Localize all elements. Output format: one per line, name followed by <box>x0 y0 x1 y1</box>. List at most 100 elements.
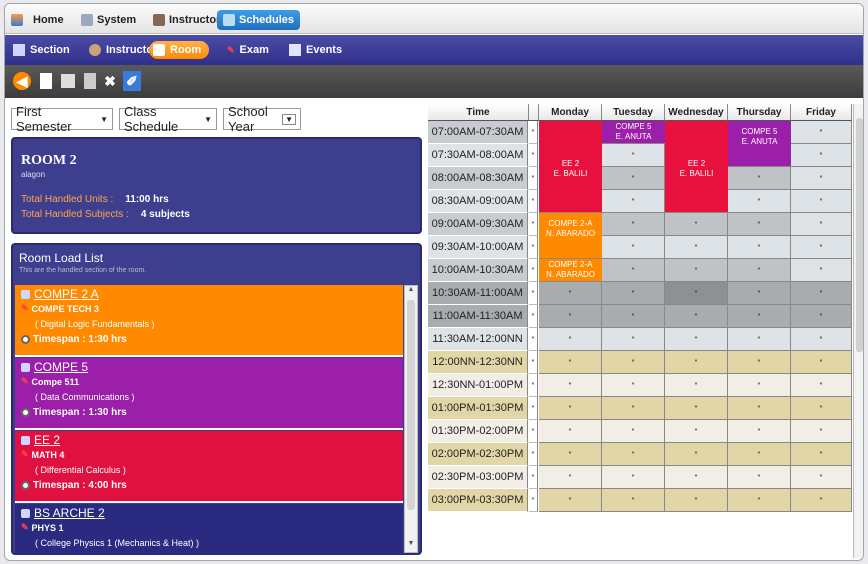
schedule-cell[interactable]: * <box>665 213 728 236</box>
schedule-cell[interactable]: * <box>602 466 665 489</box>
column-header-marker[interactable] <box>529 104 539 121</box>
schedule-cell[interactable]: * <box>602 397 665 420</box>
schedule-cell[interactable]: * <box>791 466 852 489</box>
scheduled-class-block[interactable]: COMPE 2-A N. ABARADO <box>539 213 602 259</box>
schedule-cell[interactable]: * <box>665 351 728 374</box>
schedule-cell[interactable]: * <box>602 282 665 305</box>
schedule-cell[interactable]: * <box>728 213 791 236</box>
schedule-cell[interactable]: * <box>665 305 728 328</box>
schedule-cell[interactable]: * <box>602 374 665 397</box>
load-list-scrollbar[interactable]: ▲ ▼ <box>404 285 418 553</box>
school-year-select[interactable]: School Year ▼ <box>223 104 301 134</box>
schedule-cell[interactable]: * <box>791 374 852 397</box>
delete-icon[interactable]: ✖ <box>101 71 119 91</box>
row-marker[interactable]: * <box>529 420 538 443</box>
load-list-item[interactable]: COMPE 5 ✎ Compe 511 ( Data Communications )… <box>15 358 403 430</box>
schedule-cell[interactable]: * <box>791 259 852 282</box>
schedule-cell[interactable]: * <box>665 397 728 420</box>
load-list-item[interactable]: BS ARCHE 2 ✎ PHYS 1 ( College Physics 1 (Me… <box>15 504 403 555</box>
schedule-cell[interactable]: * <box>728 420 791 443</box>
schedule-cell[interactable]: * <box>539 420 602 443</box>
menu-system[interactable]: System <box>81 11 136 29</box>
column-header-friday[interactable]: Friday <box>791 104 852 121</box>
save-icon[interactable] <box>59 71 77 91</box>
view-select[interactable]: Class Schedule ▼ <box>119 104 217 134</box>
schedule-cell[interactable]: * <box>665 443 728 466</box>
schedule-cell[interactable]: * <box>602 190 665 213</box>
row-marker[interactable]: * <box>529 397 538 420</box>
column-header-tuesday[interactable]: Tuesday <box>602 104 665 121</box>
row-marker[interactable]: * <box>529 236 538 259</box>
schedule-cell[interactable]: * <box>602 305 665 328</box>
schedule-cell[interactable]: * <box>602 489 665 512</box>
schedule-cell[interactable]: * <box>728 374 791 397</box>
schedule-cell[interactable]: * <box>791 305 852 328</box>
schedule-cell[interactable]: * <box>539 282 602 305</box>
load-list-item[interactable]: COMPE 2 A ✎ COMPE TECH 3 ( Digital Logic Fu… <box>15 285 403 357</box>
schedule-cell[interactable]: * <box>665 466 728 489</box>
column-header-wednesday[interactable]: Wednesday <box>665 104 728 121</box>
schedule-cell[interactable]: * <box>791 167 852 190</box>
row-marker[interactable]: * <box>529 328 538 351</box>
scroll-thumb[interactable] <box>407 300 415 510</box>
schedule-cell[interactable]: * <box>728 443 791 466</box>
scheduled-class-block[interactable]: COMPE 5 E. ANUTA <box>602 121 665 144</box>
submenu-room[interactable]: Room <box>149 41 210 59</box>
schedule-cell[interactable]: * <box>728 489 791 512</box>
schedule-cell[interactable]: * <box>665 328 728 351</box>
schedule-cell[interactable]: * <box>791 282 852 305</box>
schedule-cell[interactable]: * <box>791 420 852 443</box>
menu-schedules[interactable]: Schedules <box>217 10 301 30</box>
row-marker[interactable]: * <box>529 374 538 397</box>
scheduled-class-block[interactable]: COMPE 5 E. ANUTA <box>728 121 791 167</box>
column-header-time[interactable]: Time <box>428 104 529 121</box>
schedule-cell[interactable]: * <box>539 374 602 397</box>
schedule-cell[interactable]: * <box>539 397 602 420</box>
schedule-cell[interactable]: * <box>728 190 791 213</box>
row-marker[interactable]: * <box>529 190 538 213</box>
schedule-cell[interactable]: * <box>728 282 791 305</box>
schedule-cell[interactable]: * <box>728 466 791 489</box>
scheduled-class-block[interactable]: EE 2 E. BALILI <box>539 121 602 213</box>
schedule-cell[interactable]: * <box>539 305 602 328</box>
schedule-cell[interactable]: * <box>539 351 602 374</box>
schedule-cell[interactable]: * <box>791 328 852 351</box>
column-header-monday[interactable]: Monday <box>539 104 602 121</box>
row-marker[interactable]: * <box>529 121 538 144</box>
schedule-cell[interactable]: * <box>791 397 852 420</box>
schedule-cell[interactable]: * <box>791 236 852 259</box>
section-code[interactable]: COMPE 5 <box>21 360 397 374</box>
row-marker[interactable]: * <box>529 351 538 374</box>
schedule-cell[interactable]: * <box>791 351 852 374</box>
schedule-cell[interactable]: * <box>539 489 602 512</box>
scheduled-class-block[interactable]: COMPE 2-A N. ABARADO <box>539 259 602 282</box>
schedule-cell[interactable]: * <box>791 443 852 466</box>
schedule-cell[interactable]: * <box>602 144 665 167</box>
menu-instructors[interactable]: Instructors <box>153 11 226 29</box>
schedule-cell[interactable]: * <box>728 397 791 420</box>
semester-select[interactable]: First Semester ▼ <box>11 104 113 134</box>
load-list-item[interactable]: EE 2 ✎ MATH 4 ( Differential Calculus ) Time… <box>15 431 403 503</box>
back-icon[interactable]: ◀ <box>13 72 31 90</box>
scroll-thumb[interactable] <box>856 118 863 352</box>
schedule-cell[interactable]: * <box>791 489 852 512</box>
submenu-events[interactable]: Events <box>289 41 342 59</box>
schedule-cell[interactable]: * <box>665 374 728 397</box>
schedule-cell[interactable]: * <box>665 236 728 259</box>
row-marker[interactable]: * <box>529 466 538 489</box>
schedule-cell[interactable]: * <box>728 259 791 282</box>
row-marker[interactable]: * <box>529 305 538 328</box>
schedule-cell[interactable]: * <box>665 420 728 443</box>
menu-home[interactable]: Home <box>33 11 64 29</box>
scroll-down-icon[interactable]: ▼ <box>405 540 417 552</box>
row-marker[interactable]: * <box>529 167 538 190</box>
schedule-cell[interactable]: * <box>791 190 852 213</box>
row-marker[interactable]: * <box>529 489 538 512</box>
schedule-cell[interactable]: * <box>665 489 728 512</box>
row-marker[interactable]: * <box>529 259 538 282</box>
column-header-thursday[interactable]: Thursday <box>728 104 791 121</box>
submenu-section[interactable]: Section <box>13 41 70 59</box>
row-marker[interactable]: * <box>529 282 538 305</box>
schedule-cell[interactable]: * <box>539 466 602 489</box>
row-marker[interactable]: * <box>529 144 538 167</box>
